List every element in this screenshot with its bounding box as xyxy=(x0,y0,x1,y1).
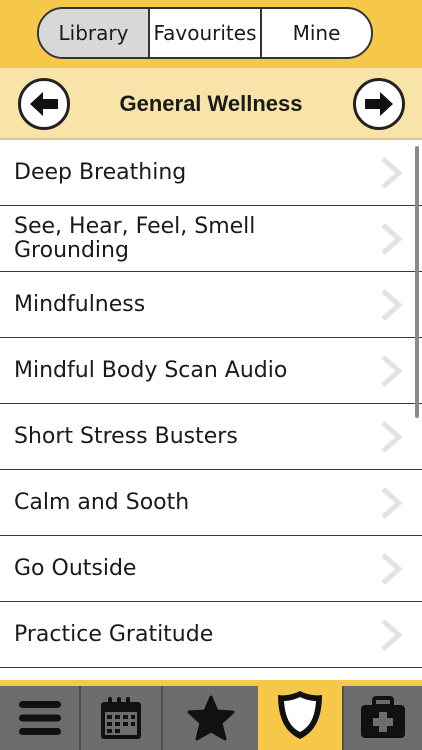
bottom-tab-bar xyxy=(0,680,422,750)
list-item[interactable]: Mindfulness xyxy=(0,272,422,338)
chevron-right-icon xyxy=(381,156,402,189)
arrow-left-icon xyxy=(30,92,58,116)
chevron-right-icon xyxy=(381,420,402,453)
chevron-right-icon xyxy=(381,288,402,321)
chevron-right-icon xyxy=(381,618,402,651)
calendar-icon xyxy=(101,697,141,739)
list-item-label: Deep Breathing xyxy=(14,159,187,185)
chevron-right-icon xyxy=(381,552,402,585)
first-aid-kit-icon xyxy=(361,696,405,738)
previous-category-button[interactable] xyxy=(18,78,70,130)
list-item-label: Calm and Sooth xyxy=(14,489,190,515)
category-bar: General Wellness xyxy=(0,68,422,140)
list-item[interactable]: Short Stress Busters xyxy=(0,404,422,470)
list-item-label: Mindful Body Scan Audio xyxy=(14,357,288,383)
menu-icon xyxy=(18,701,61,735)
list-scrollbar[interactable] xyxy=(415,146,419,418)
chevron-right-icon xyxy=(381,486,402,519)
list-item[interactable]: Calm and Sooth xyxy=(0,470,422,536)
list-item[interactable]: Deep Breathing xyxy=(0,140,422,206)
next-category-button[interactable] xyxy=(353,78,405,130)
list-item-label: Practice Gratitude xyxy=(14,621,214,647)
list-item[interactable]: See, Hear, Feel, Smell Grounding xyxy=(0,206,422,272)
star-icon xyxy=(187,695,234,741)
tab-mine[interactable]: Mine xyxy=(260,9,371,57)
top-bar: Library Favourites Mine xyxy=(0,0,422,68)
activity-list: Deep Breathing See, Hear, Feel, Smell Gr… xyxy=(0,140,422,688)
tab-library[interactable]: Library xyxy=(39,9,148,57)
list-item-label: Mindfulness xyxy=(14,291,146,317)
tab-shield[interactable] xyxy=(258,680,342,750)
list-item[interactable]: Mindful Body Scan Audio xyxy=(0,338,422,404)
tab-calendar[interactable] xyxy=(79,686,161,750)
library-segmented-control: Library Favourites Mine xyxy=(37,7,373,59)
list-item[interactable]: Practice Gratitude xyxy=(0,602,422,668)
list-item-label: See, Hear, Feel, Smell Grounding xyxy=(14,213,256,263)
list-item-label: Short Stress Busters xyxy=(14,423,238,449)
chevron-right-icon xyxy=(381,354,402,387)
tab-favourites-nav[interactable] xyxy=(161,686,258,750)
arrow-right-icon xyxy=(365,92,393,116)
tab-favourites[interactable]: Favourites xyxy=(148,9,260,57)
chevron-right-icon xyxy=(381,222,402,255)
list-item[interactable]: Go Outside xyxy=(0,536,422,602)
tab-menu[interactable] xyxy=(0,686,79,750)
shield-icon xyxy=(278,691,322,739)
tab-first-aid[interactable] xyxy=(342,686,422,750)
list-item-label: Go Outside xyxy=(14,555,137,581)
